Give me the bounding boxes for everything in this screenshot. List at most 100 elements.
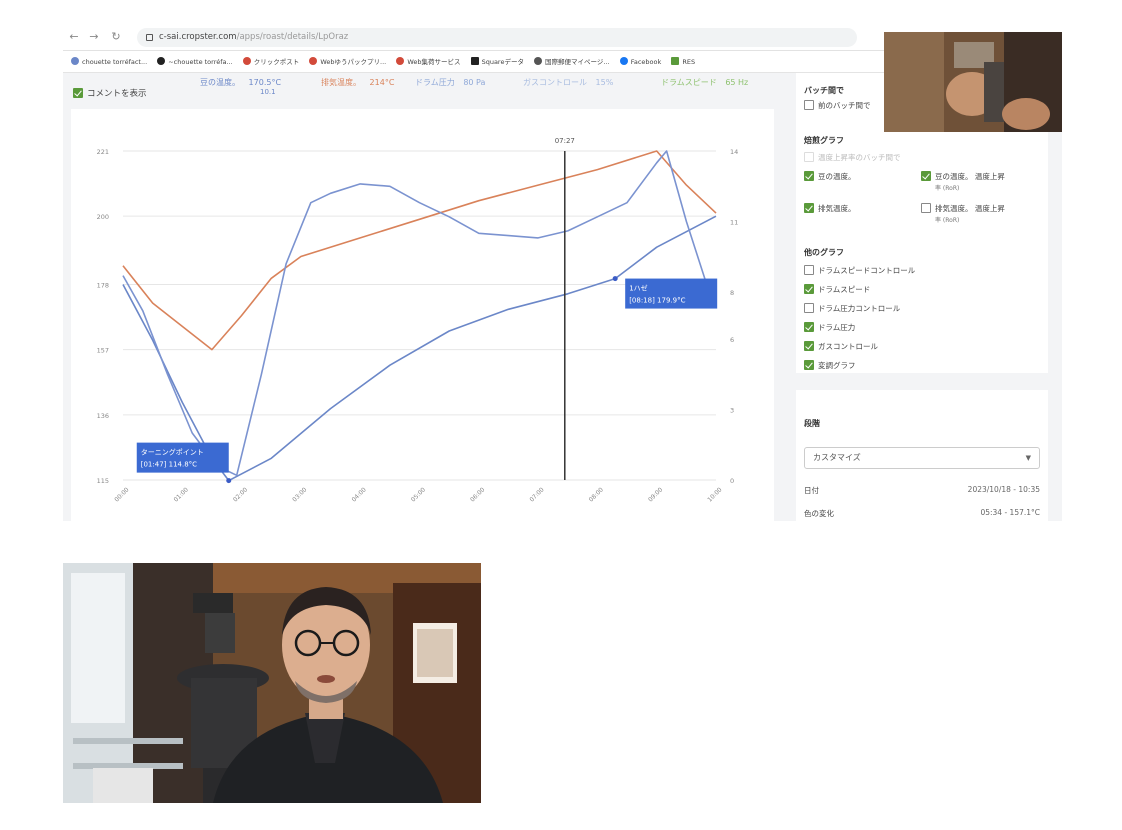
details-heading: 段階	[804, 419, 820, 428]
bookmark-item[interactable]: Facebook	[619, 51, 661, 72]
checkbox-icon[interactable]	[921, 203, 931, 213]
details-panel: 段階 カスタマイズ ▼ 日付 2023/10/18 - 10:35 色の変化 0…	[796, 390, 1048, 521]
legend-label: 排気温度。	[321, 78, 361, 87]
x-tick-label: 03:00	[291, 486, 308, 503]
x-tick-label: 07:00	[528, 486, 545, 503]
app-content: コメントを表示 豆の温度。 170.5°C 10.1 排気温度。 214°C ド…	[63, 73, 1062, 521]
bookmark-label: Web集荷サービス	[407, 58, 461, 66]
other-graph-heading: 他のグラフ	[804, 248, 844, 257]
bookmark-item[interactable]: ~chouette torréfa...	[157, 51, 233, 72]
forward-icon[interactable]: →	[87, 30, 101, 43]
legend-label: ドラムスピード	[661, 78, 717, 87]
annotation-title: ターニングポイント	[141, 448, 204, 457]
y-right-tick-label: 8	[730, 289, 734, 297]
series-line	[122, 150, 717, 477]
color-change-value: 05:34 - 157.1°C	[980, 508, 1040, 517]
option-exhaust-ror[interactable]: 排気温度。 温度上昇 率 (RoR)	[921, 203, 1005, 224]
checkbox-icon[interactable]	[804, 284, 814, 294]
checkbox-icon[interactable]	[804, 360, 814, 370]
x-tick-label: 09:00	[647, 486, 664, 503]
option-label: ガスコントロール	[818, 342, 878, 351]
show-comments-label: コメントを表示	[87, 89, 147, 99]
option-label: 排気温度。 温度上昇	[935, 204, 1005, 213]
back-icon[interactable]: ←	[67, 30, 81, 43]
series-line	[122, 150, 717, 351]
color-change-label: 色の変化	[804, 509, 834, 518]
y-tick-label: 178	[97, 281, 109, 289]
option-bean-temp[interactable]: 豆の温度。	[804, 171, 856, 182]
option-label: 温度上昇率のバッチ間で	[818, 153, 901, 162]
option-sub: 率 (RoR)	[935, 217, 960, 224]
bookmark-label: クリックポスト	[253, 58, 300, 66]
bookmark-item[interactable]: chouette torréfact...	[71, 51, 148, 72]
legend-value: 65 Hz	[725, 78, 749, 87]
address-bar[interactable]: c-sai.cropster.com/apps/roast/details/Lp…	[137, 28, 857, 47]
date-row: 日付 2023/10/18 - 10:35	[804, 485, 1040, 496]
bookmark-item[interactable]: Squareデータ	[470, 51, 524, 72]
checkbox-icon[interactable]	[804, 152, 814, 162]
x-tick-label: 00:00	[113, 486, 130, 503]
option-label: 変調グラフ	[818, 361, 856, 370]
y-tick-label: 200	[97, 213, 109, 221]
annotation-title: 1ハゼ	[629, 284, 647, 293]
checkbox-icon[interactable]	[804, 341, 814, 351]
bookmark-label: chouette torréfact...	[82, 58, 148, 66]
checkbox-icon[interactable]	[921, 171, 931, 181]
y-right-tick-label: 11	[730, 219, 738, 227]
legend-exhaust-temp: 排気温度。 214°C	[321, 77, 394, 88]
option-gas-control[interactable]: ガスコントロール	[804, 341, 878, 352]
x-tick-label: 06:00	[469, 486, 486, 503]
checkbox-icon[interactable]	[804, 322, 814, 332]
checkbox-icon[interactable]	[804, 171, 814, 181]
roast-chart[interactable]: 115 136 157 178 200 221 0 3 6 8 11 14 00:00 01:00 02:0…	[71, 109, 774, 521]
bookmark-item[interactable]: 国際郵便マイページ...	[534, 51, 610, 72]
x-tick-label: 08:00	[588, 486, 605, 503]
legend-gas-control: ガスコントロール 15%	[523, 77, 613, 88]
bookmark-item[interactable]: Webゆうパックプリ...	[309, 51, 386, 72]
phase-select[interactable]: カスタマイズ ▼	[804, 447, 1040, 469]
bookmark-label: RES	[682, 58, 696, 66]
y-right-tick-label: 3	[730, 407, 734, 415]
checkbox-icon[interactable]	[804, 303, 814, 313]
x-tick-label: 01:00	[173, 486, 190, 503]
legend-sub: 10.1	[260, 88, 276, 96]
y-tick-label: 136	[97, 412, 109, 420]
legend-value: 170.5°C	[248, 78, 282, 87]
annotation-marker	[226, 478, 232, 484]
legend-drum-pressure: ドラム圧力 80 Pa	[415, 77, 485, 88]
show-comments-toggle[interactable]: コメントを表示	[73, 87, 147, 99]
option-exhaust-temp[interactable]: 排気温度。	[804, 203, 856, 214]
checkbox-icon[interactable]	[804, 100, 814, 110]
roast-graph-heading: 焙煎グラフ	[804, 136, 844, 145]
bookmark-label: Squareデータ	[481, 58, 524, 66]
option-drum-speed-control[interactable]: ドラムスピードコントロール	[804, 265, 915, 276]
y-right-tick-label: 6	[730, 336, 734, 344]
option-bean-ror[interactable]: 豆の温度。 温度上昇 率 (RoR)	[921, 171, 1005, 192]
reload-icon[interactable]: ↻	[109, 30, 123, 43]
y-tick-label: 115	[97, 477, 109, 485]
option-label: 排気温度。	[818, 204, 856, 213]
legend-value: 214°C	[369, 78, 395, 87]
option-label: 豆の温度。	[818, 172, 856, 181]
option-modulation-graph[interactable]: 変調グラフ	[804, 360, 856, 371]
option-drum-pressure[interactable]: ドラム圧力	[804, 322, 855, 333]
y-right-tick-label: 14	[730, 148, 738, 156]
option-drum-pressure-control[interactable]: ドラム圧力コントロール	[804, 303, 900, 314]
bookmark-item[interactable]: クリックポスト	[242, 51, 300, 72]
url-path: /apps/roast/details/LpOraz	[236, 32, 349, 42]
option-ror-batch[interactable]: 温度上昇率のバッチ間で	[804, 152, 901, 163]
option-prev-batch[interactable]: 前のバッチ間で	[804, 100, 871, 111]
checkbox-icon[interactable]	[804, 265, 814, 275]
option-label: ドラムスピードコントロール	[818, 266, 916, 275]
option-label: 豆の温度。 温度上昇	[935, 172, 1005, 181]
option-drum-speed[interactable]: ドラムスピード	[804, 284, 870, 295]
legend-label: 豆の温度。	[200, 78, 240, 87]
checkbox-icon[interactable]	[73, 88, 83, 98]
checkbox-icon[interactable]	[804, 203, 814, 213]
x-tick-label: 02:00	[232, 486, 249, 503]
presenter-webcam	[63, 563, 481, 803]
phase-select-value: カスタマイズ	[813, 453, 861, 462]
bookmark-item[interactable]: RES	[671, 51, 696, 72]
cursor-time-label: 07:27	[555, 137, 575, 145]
bookmark-item[interactable]: Web集荷サービス	[396, 51, 461, 72]
